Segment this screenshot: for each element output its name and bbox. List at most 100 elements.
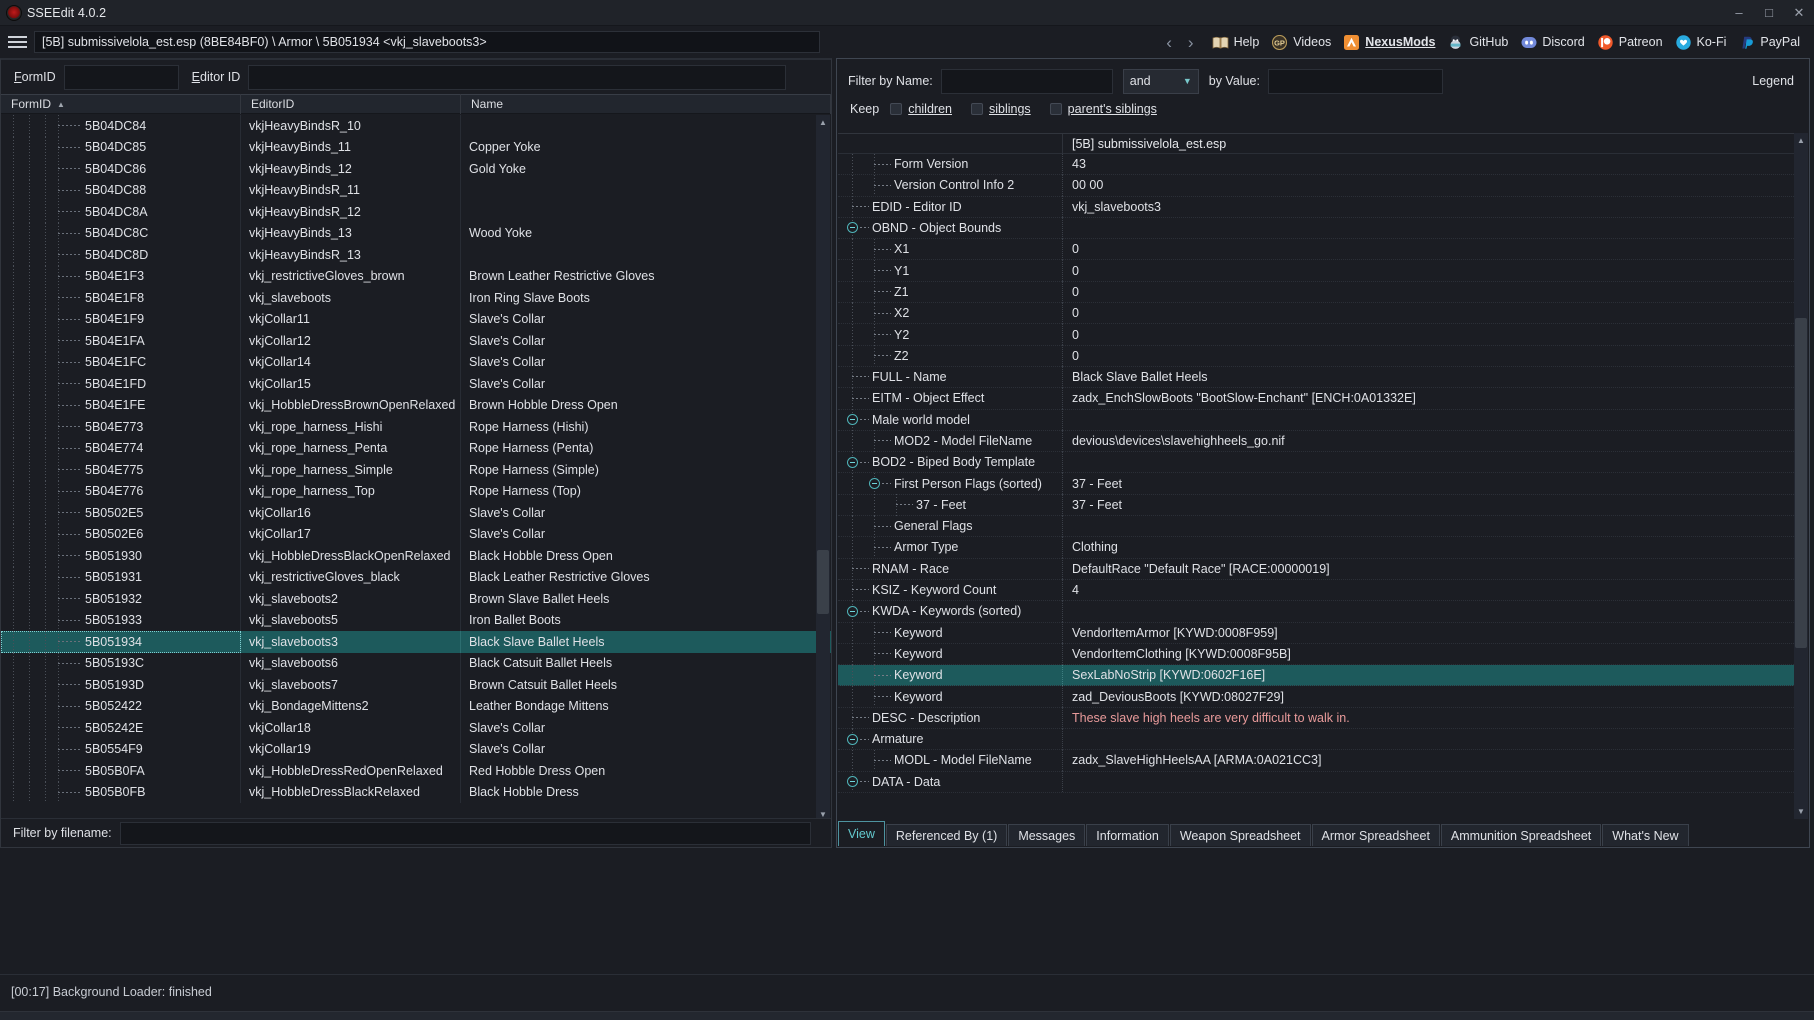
tab-referenced-by-1[interactable]: Referenced By (1) [885,824,1008,846]
scroll-thumb[interactable] [817,550,829,614]
filename-filter-input[interactable] [119,821,811,845]
tree-row[interactable]: Y1 0 [838,259,1808,282]
table-row[interactable]: 5B04E1F9 vkjCollar11 Slave's Collar [1,308,831,330]
table-row[interactable]: 5B04DC88 vkjHeavyBindsR_11 [1,179,831,201]
link-videos[interactable]: GP Videos [1267,32,1335,53]
checkbox-box[interactable] [970,102,983,115]
table-row[interactable]: 5B04E1FE vkj_HobbleDressBrownOpenRelaxed B… [1,394,831,416]
table-row[interactable]: 5B051932 vkj_slaveboots2 Brown Slave Balle… [1,588,831,610]
keep-children-checkbox[interactable]: children [890,102,952,116]
link-kofi[interactable]: Ko-Fi [1671,32,1731,53]
record-tree-rows[interactable]: Form Version 43 Version Control Info 2 00 0… [838,153,1808,793]
scroll-track[interactable] [1794,148,1808,804]
table-row[interactable]: 5B04DC8A vkjHeavyBindsR_12 [1,201,831,223]
tab-armor-spreadsheet[interactable]: Armor Spreadsheet [1311,824,1440,846]
scroll-track[interactable] [816,130,830,807]
table-row[interactable]: 5B04DC8D vkjHeavyBindsR_13 [1,244,831,266]
scroll-up-button[interactable]: ▲ [1794,133,1808,148]
tab-view[interactable]: View [838,821,885,846]
table-row[interactable]: 5B04DC84 vkjHeavyBindsR_10 [1,115,831,137]
link-help[interactable]: Help [1208,32,1264,53]
tree-row[interactable]: RNAM - Race DefaultRace "Default Race" [R… [838,558,1808,580]
scroll-down-button[interactable]: ▼ [1794,804,1808,819]
collapse-icon[interactable] [847,605,858,617]
tree-row[interactable]: Keyword zad_DeviousBoots [KYWD:08027F29] [838,685,1808,708]
tree-row[interactable]: First Person Flags (sorted) 37 - Feet [838,472,1808,495]
table-row[interactable]: 5B05193C vkj_slaveboots6 Black Catsuit Bal… [1,652,831,674]
table-row[interactable]: 5B04E1FA vkjCollar12 Slave's Collar [1,330,831,352]
back-button[interactable]: ‹ [1166,34,1172,51]
table-row[interactable]: 5B052422 vkj_BondageMittens2 Leather Bonda… [1,695,831,717]
table-row[interactable]: 5B04E1F8 vkj_slaveboots Iron Ring Slave Bo… [1,287,831,309]
table-row[interactable]: 5B05B0FA vkj_HobbleDressRedOpenRelaxed Red… [1,760,831,782]
table-row[interactable]: 5B04DC85 vkjHeavyBinds_11 Copper Yoke [1,136,831,158]
record-path-field[interactable]: [5B] submissivelola_est.esp (8BE84BF0) \… [34,31,820,53]
collapse-icon[interactable] [847,414,858,426]
maximize-button[interactable]: □ [1754,0,1784,25]
view-tab-bar[interactable]: View Referenced By (1) Messages Information… [838,819,1808,846]
table-row[interactable]: 5B0502E6 vkjCollar17 Slave's Collar [1,523,831,545]
collapse-icon[interactable] [869,477,880,489]
tree-row[interactable]: Armature [838,728,1808,751]
tree-row[interactable]: 37 - Feet 37 - Feet [838,494,1808,517]
tree-row[interactable]: MOD2 - Model FileName devious\devices\sla… [838,430,1808,453]
formid-filter-input[interactable] [63,64,179,90]
filter-by-name-input[interactable] [940,68,1113,94]
tree-row[interactable]: MODL - Model FileName zadx_SlaveHighHeels… [838,749,1808,772]
tree-row[interactable]: OBND - Object Bounds [838,217,1808,240]
tree-row[interactable]: Form Version 43 [838,153,1808,176]
close-button[interactable]: ✕ [1784,0,1814,25]
table-row[interactable]: 5B04DC8C vkjHeavyBinds_13 Wood Yoke [1,222,831,244]
tree-row[interactable]: DATA - Data [838,771,1808,793]
tree-row[interactable]: BOD2 - Biped Body Template [838,451,1808,474]
filter-operator-select[interactable]: and ▼ [1122,68,1199,94]
collapse-icon[interactable] [847,733,858,745]
tree-row[interactable]: Male world model [838,409,1808,431]
table-row[interactable]: 5B04E773 vkj_rope_harness_Hishi Rope Harne… [1,416,831,438]
hamburger-icon[interactable] [0,26,34,58]
tree-row[interactable]: General Flags [838,515,1808,538]
link-nexusmods[interactable]: NexusMods [1339,32,1439,53]
table-row[interactable]: 5B04E774 vkj_rope_harness_Penta Rope Harne… [1,437,831,459]
table-row[interactable]: 5B04E1FD vkjCollar15 Slave's Collar [1,373,831,395]
legend-button[interactable]: Legend [1752,74,1794,88]
table-row[interactable]: 5B04E1FC vkjCollar14 Slave's Collar [1,351,831,373]
tab-messages[interactable]: Messages [1008,824,1086,846]
tree-row[interactable]: Keyword SexLabNoStrip [KYWD:0602F16E] [838,664,1808,687]
table-row[interactable]: 5B051934 vkj_slaveboots3 Black Slave Balle… [1,631,831,653]
tree-row[interactable]: KSIZ - Keyword Count 4 [838,579,1808,602]
minimize-button[interactable]: – [1724,0,1754,25]
tree-row[interactable]: X2 0 [838,302,1808,325]
tree-row[interactable]: X1 0 [838,238,1808,261]
table-row[interactable]: 5B0502E5 vkjCollar16 Slave's Collar [1,502,831,524]
forward-button[interactable]: › [1188,34,1194,51]
table-row[interactable]: 5B051930 vkj_HobbleDressBlackOpenRelaxed B… [1,545,831,567]
tree-row[interactable]: EITM - Object Effect zadx_EnchSlowBoots "… [838,387,1808,410]
link-paypal[interactable]: PayPal [1734,32,1804,53]
tab-weapon-spreadsheet[interactable]: Weapon Spreadsheet [1169,824,1311,846]
tab-information[interactable]: Information [1086,824,1169,846]
table-row[interactable]: 5B04E1F3 vkj_restrictiveGloves_brown Brown… [1,265,831,287]
tree-row[interactable]: Version Control Info 2 00 00 [838,174,1808,197]
tree-row[interactable]: Y2 0 [838,323,1808,346]
link-github[interactable]: GitHub [1443,32,1512,53]
tree-row[interactable]: Z2 0 [838,345,1808,367]
keep-siblings-checkbox[interactable]: siblings [970,102,1031,116]
record-tree[interactable]: [5B] submissivelola_est.esp Form Version… [838,133,1808,819]
tree-row[interactable]: EDID - Editor ID vkj_slaveboots3 [838,196,1808,218]
checkbox-box[interactable] [890,102,903,115]
table-row[interactable]: 5B05B0FB vkj_HobbleDressBlackRelaxed Black… [1,781,831,803]
link-patreon[interactable]: Patreon [1593,32,1667,53]
table-row[interactable]: 5B04E776 vkj_rope_harness_Top Rope Harness… [1,480,831,502]
tree-row[interactable]: Armor Type Clothing [838,536,1808,559]
tab-what-s-new[interactable]: What's New [1602,824,1689,846]
table-row[interactable]: 5B05193D vkj_slaveboots7 Brown Catsuit Bal… [1,674,831,696]
table-row[interactable]: 5B05242E vkjCollar18 Slave's Collar [1,717,831,739]
record-grid-body[interactable]: 5B04DC84 vkjHeavyBindsR_10 5B04DC85 vkjHeav… [1,115,831,822]
tree-row[interactable]: KWDA - Keywords (sorted) [838,600,1808,623]
record-grid-scrollbar[interactable]: ▲ ▼ [816,115,830,822]
checkbox-box[interactable] [1049,102,1062,115]
tab-ammunition-spreadsheet[interactable]: Ammunition Spreadsheet [1440,824,1602,846]
tree-row[interactable]: Keyword VendorItemArmor [KYWD:0008F959] [838,622,1808,644]
tree-row[interactable]: Z1 0 [838,281,1808,304]
